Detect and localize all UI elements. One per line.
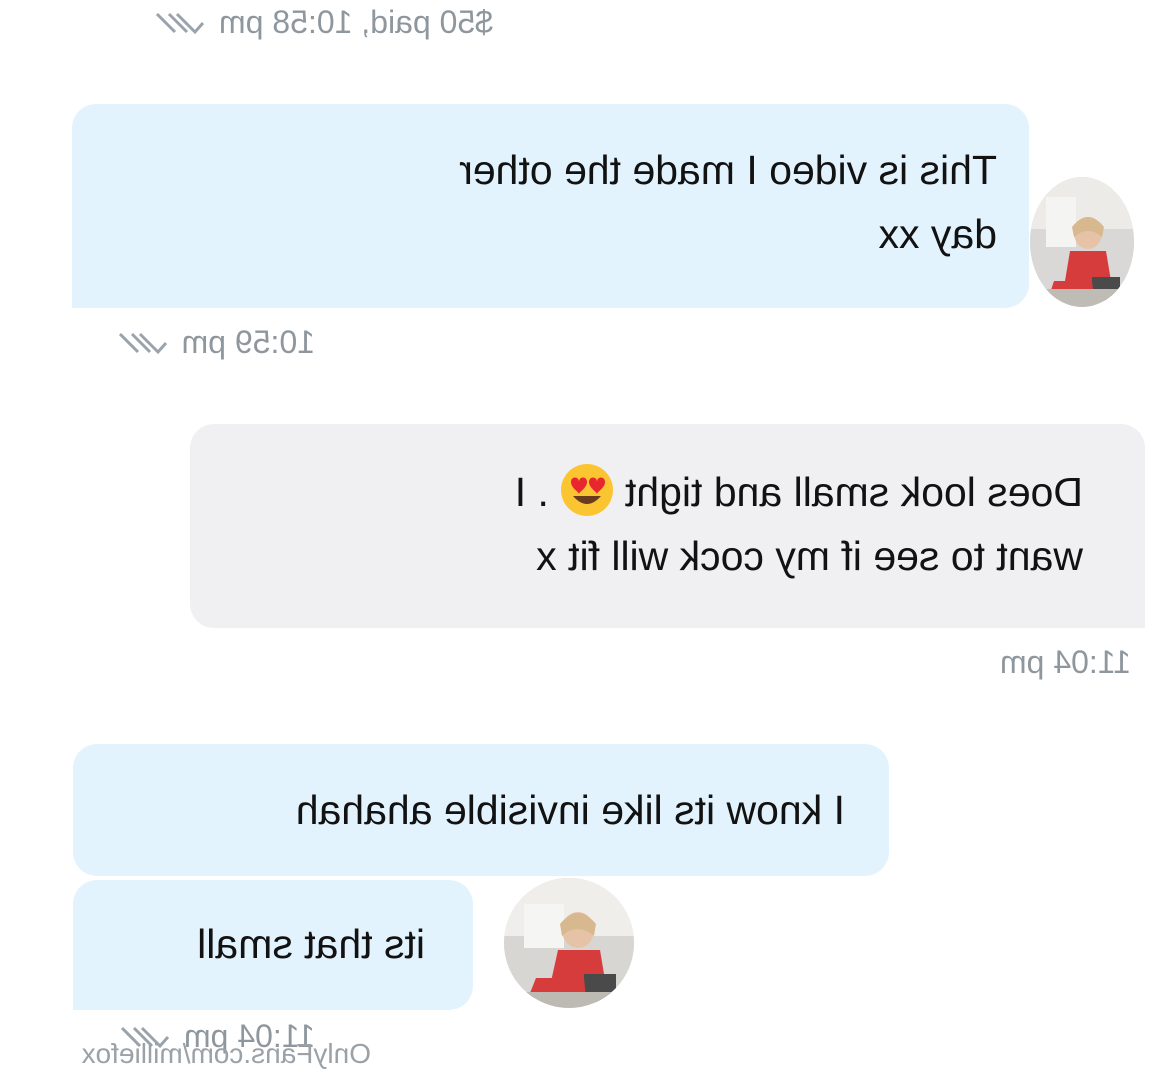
message-line: its that small xyxy=(197,921,425,967)
timestamp-text: 11:04 pm xyxy=(999,644,1131,680)
watermark-text: OnlyFans.com/milliefox xyxy=(81,1038,371,1069)
avatar[interactable] xyxy=(1030,177,1134,307)
message-bubble-incoming[interactable]: its that small xyxy=(73,880,473,1010)
timestamp-text: 10:59 pm xyxy=(181,324,315,360)
message-text: Does look small and tight xyxy=(624,469,1083,515)
message-bubble-outgoing[interactable]: Does look small and tight . I want to se… xyxy=(190,424,1145,628)
message-line: I know its like invisible ahahah xyxy=(295,787,845,833)
watermark: OnlyFans.com/milliefox xyxy=(82,1038,371,1070)
message-line: want to see if my cock will fit x xyxy=(536,533,1083,579)
message-timestamp: 10:59 pm xyxy=(114,324,315,361)
avatar-image xyxy=(504,878,634,1008)
double-check-icon xyxy=(118,332,167,354)
message-bubble-incoming[interactable]: I know its like invisible ahahah xyxy=(73,744,889,876)
message-line: This is video I made the other xyxy=(459,147,997,193)
message-line: Does look small and tight . I xyxy=(222,460,1083,524)
message-timestamp: 11:04 pm xyxy=(1000,644,1131,681)
chat-view: $50 paid, 10:58 pm This is video I made … xyxy=(0,0,1161,1080)
heart-eyes-emoji xyxy=(560,464,613,516)
paid-status: $50 paid, 10:58 pm xyxy=(151,4,493,41)
avatar[interactable] xyxy=(504,878,634,1008)
message-bubble-incoming[interactable]: This is video I made the other day xx xyxy=(72,104,1029,308)
message-line: day xx xyxy=(878,211,998,257)
message-text: . I xyxy=(514,469,549,515)
paid-status-text: $50 paid, 10:58 pm xyxy=(219,4,493,40)
avatar-image xyxy=(1030,177,1134,307)
double-check-icon xyxy=(155,12,205,34)
